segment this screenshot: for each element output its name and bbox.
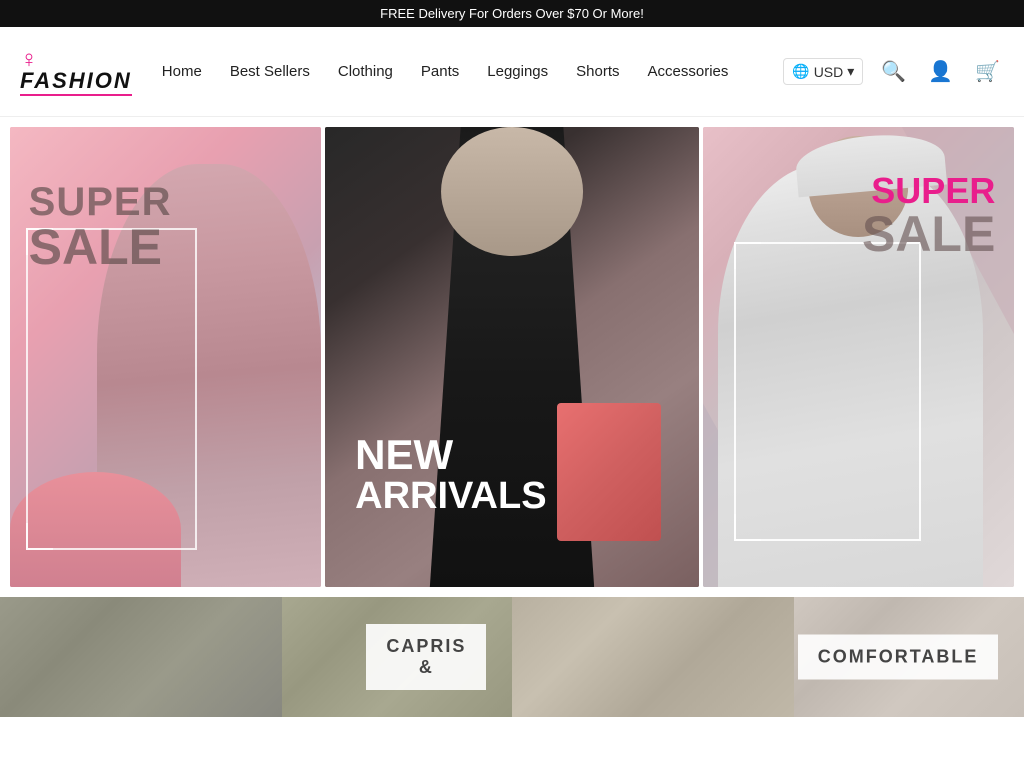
- panel-center-bg: NEW ARRIVALS: [325, 127, 699, 587]
- bottom-panel-comfortable[interactable]: COMFORTABLE: [512, 597, 1024, 717]
- arrivals-label: ARRIVALS: [355, 476, 546, 518]
- logo-text: FASHION: [20, 70, 132, 92]
- sale-label-right: SALE: [862, 209, 995, 259]
- search-icon: 🔍: [881, 61, 906, 83]
- nav-accessories[interactable]: Accessories: [648, 63, 729, 80]
- comfortable-label-box[interactable]: COMFORTABLE: [798, 635, 999, 680]
- main-nav: Home Best Sellers Clothing Pants Legging…: [162, 63, 783, 80]
- nav-best-sellers[interactable]: Best Sellers: [230, 63, 310, 80]
- sale-label-left: SALE: [29, 222, 172, 272]
- capris-bg-left: [0, 597, 282, 717]
- super-sale-left-text: SUPER SALE: [29, 182, 172, 272]
- hero-section: SUPER SALE NEW ARRIVALS: [0, 117, 1024, 597]
- super-sale-right-text: SUPER SALE: [862, 173, 995, 259]
- new-label: NEW: [355, 434, 546, 476]
- new-arrivals-text: NEW ARRIVALS: [355, 434, 546, 518]
- header-actions: 🌐 USD ▾ 🔍 👤 🛒: [783, 55, 1004, 88]
- frame-bracket-right: [734, 242, 921, 541]
- nav-pants[interactable]: Pants: [421, 63, 459, 80]
- panel-right-bg: SUPER SALE: [703, 127, 1014, 587]
- bottom-panel-capris[interactable]: CAPRIS &: [0, 597, 512, 717]
- cart-icon: 🛒: [975, 61, 1000, 83]
- nav-leggings[interactable]: Leggings: [487, 63, 548, 80]
- currency-selector[interactable]: 🌐 USD ▾: [783, 58, 863, 85]
- panel-left-bg: SUPER SALE: [10, 127, 321, 587]
- capris-label2: &: [386, 657, 466, 678]
- header: ♀ FASHION Home Best Sellers Clothing Pan…: [0, 27, 1024, 117]
- bag-shape: [557, 403, 662, 541]
- frame-bracket-left: [26, 228, 197, 550]
- hero-panel-right[interactable]: SUPER SALE: [703, 127, 1014, 587]
- nav-shorts[interactable]: Shorts: [576, 63, 619, 80]
- hero-panel-left[interactable]: SUPER SALE: [10, 127, 321, 587]
- currency-label: USD: [814, 64, 844, 80]
- hero-panel-center[interactable]: NEW ARRIVALS: [325, 127, 699, 587]
- capris-label1: CAPRIS: [386, 636, 466, 657]
- logo[interactable]: ♀ FASHION: [20, 48, 132, 96]
- nav-clothing[interactable]: Clothing: [338, 63, 393, 80]
- cart-button[interactable]: 🛒: [971, 55, 1004, 88]
- bottom-categories: CAPRIS & COMFORTABLE: [0, 597, 1024, 717]
- account-button[interactable]: 👤: [924, 55, 957, 88]
- search-button[interactable]: 🔍: [877, 55, 910, 88]
- comfortable-label1: COMFORTABLE: [818, 647, 979, 668]
- capris-label-box[interactable]: CAPRIS &: [366, 624, 486, 690]
- top-banner: FREE Delivery For Orders Over $70 Or Mor…: [0, 0, 1024, 27]
- chevron-down-icon: ▾: [847, 63, 854, 80]
- person2-head: [441, 127, 583, 256]
- banner-text: FREE Delivery For Orders Over $70 Or Mor…: [380, 6, 644, 21]
- super-label-right: SUPER: [862, 173, 995, 209]
- comfortable-bg-left: [512, 597, 794, 717]
- globe-icon: 🌐: [792, 63, 809, 80]
- user-icon: 👤: [928, 61, 953, 83]
- logo-underline: [20, 94, 132, 96]
- nav-home[interactable]: Home: [162, 63, 202, 80]
- super-label-left: SUPER: [29, 182, 172, 222]
